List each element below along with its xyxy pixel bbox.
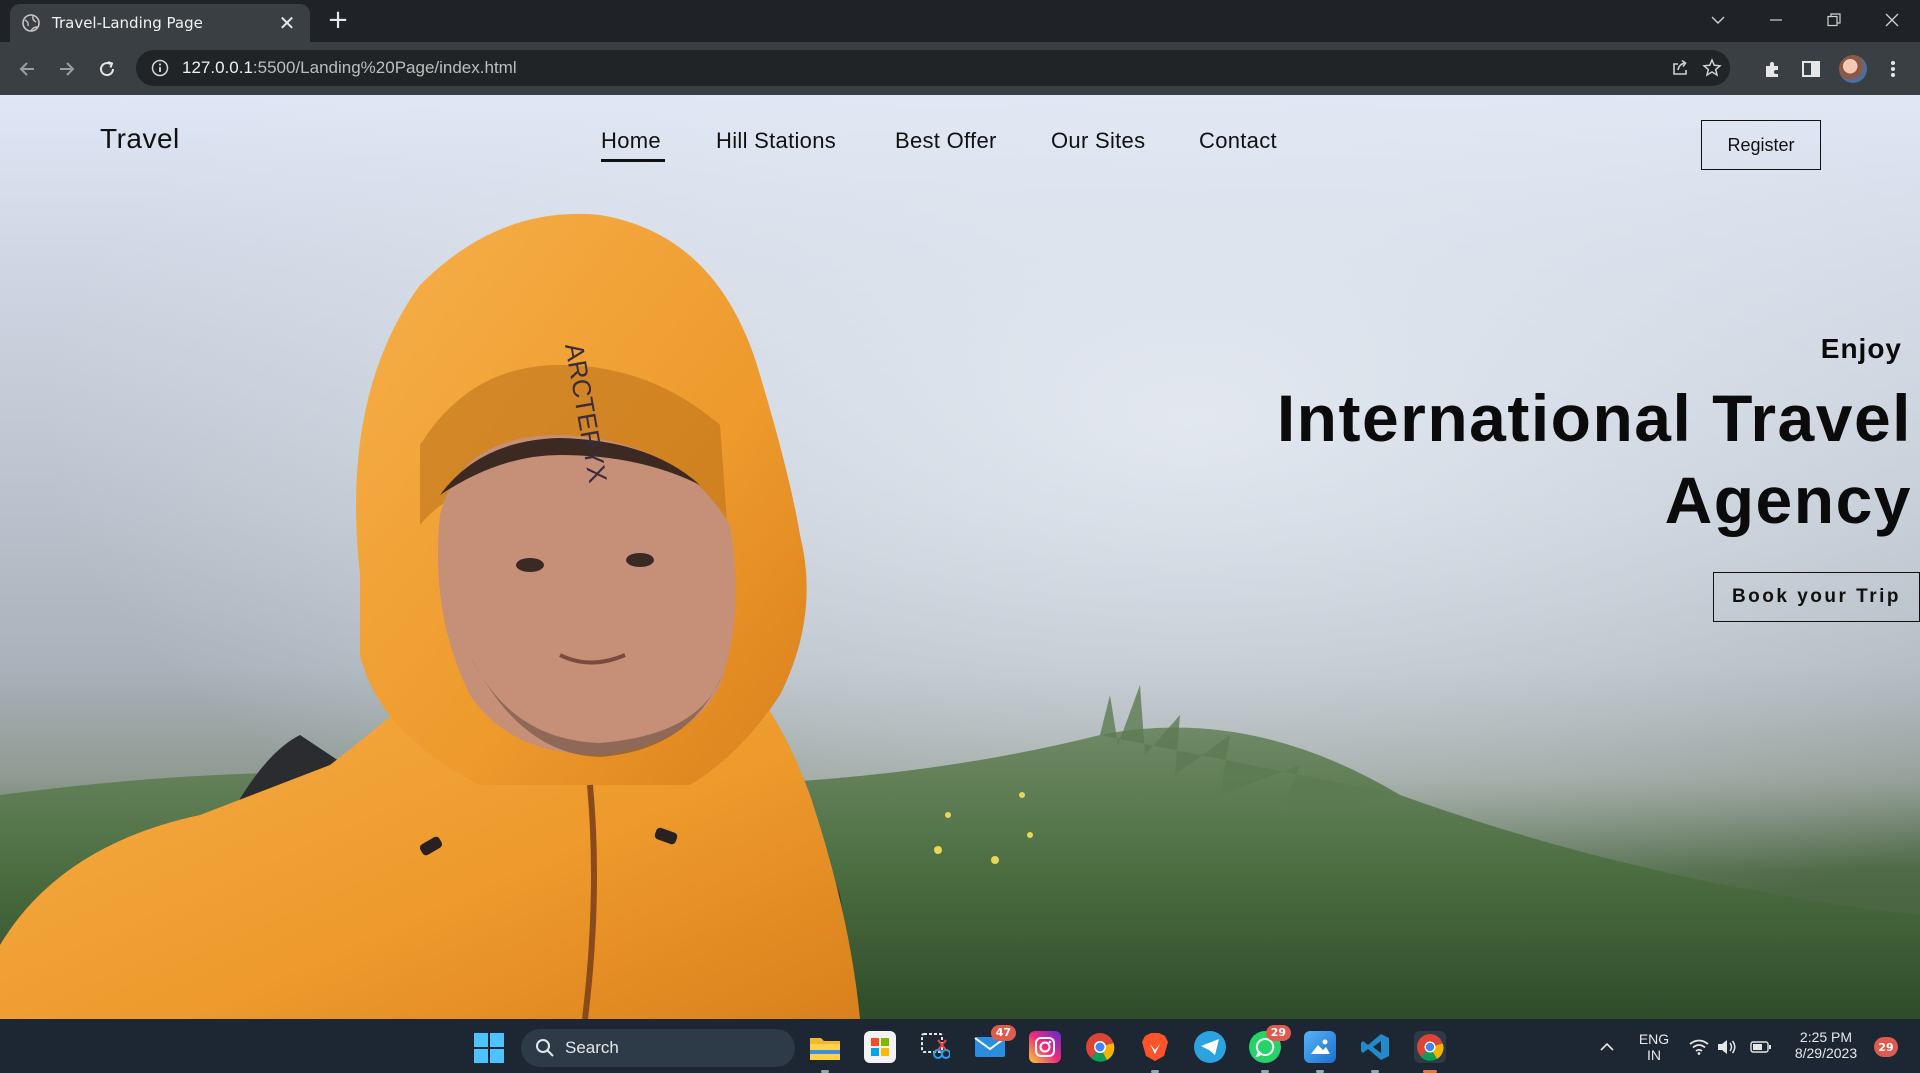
- telegram-icon[interactable]: [1194, 1031, 1226, 1063]
- chrome-active-icon[interactable]: [1414, 1031, 1446, 1073]
- reload-icon[interactable]: [90, 52, 124, 86]
- close-tab-icon[interactable]: ✕: [276, 13, 298, 33]
- forward-arrow-icon[interactable]: [50, 52, 84, 86]
- nav-hill-stations[interactable]: Hill Stations: [716, 128, 836, 154]
- snipping-tool-icon[interactable]: [919, 1031, 951, 1063]
- chrome-icon[interactable]: [1084, 1031, 1116, 1063]
- instagram-icon[interactable]: [1029, 1031, 1061, 1063]
- site-logo[interactable]: Travel: [100, 123, 180, 155]
- tab-title: Travel-Landing Page: [52, 14, 203, 32]
- minimize-icon[interactable]: [1748, 0, 1804, 40]
- microsoft-store-icon[interactable]: [864, 1031, 896, 1063]
- extensions-puzzle-icon[interactable]: [1758, 54, 1788, 84]
- photos-icon[interactable]: [1304, 1031, 1336, 1073]
- close-window-icon[interactable]: [1864, 0, 1920, 40]
- address-bar[interactable]: 127.0.0.1:5500/Landing%20Page/index.html: [136, 50, 1730, 86]
- browser-tab[interactable]: Travel-Landing Page ✕: [10, 4, 310, 42]
- battery-icon[interactable]: [1750, 1037, 1772, 1057]
- clock-time: 2:25 PM: [1799, 1029, 1853, 1045]
- avatar: [1839, 55, 1867, 83]
- hero-background-photo: ARCTERYX: [0, 95, 1920, 1019]
- bookmark-star-icon[interactable]: [1698, 54, 1726, 82]
- browser-toolbar: 127.0.0.1:5500/Landing%20Page/index.html: [0, 42, 1920, 95]
- search-icon: [536, 1039, 554, 1057]
- url-text: 127.0.0.1:5500/Landing%20Page/index.html: [182, 58, 517, 78]
- taskbar-search-box[interactable]: Search: [521, 1029, 795, 1067]
- vscode-icon[interactable]: [1359, 1031, 1391, 1073]
- language-code: ENG: [1638, 1031, 1670, 1047]
- nav-our-sites[interactable]: Our Sites: [1051, 128, 1145, 154]
- brave-icon[interactable]: [1139, 1031, 1171, 1073]
- windows-start-icon[interactable]: [474, 1033, 504, 1063]
- url-host: 127.0.0.1: [182, 58, 253, 77]
- language-region: IN: [1647, 1047, 1661, 1063]
- nav-contact[interactable]: Contact: [1199, 128, 1277, 154]
- volume-icon[interactable]: [1716, 1037, 1738, 1057]
- browser-tab-strip: Travel-Landing Page ✕ +: [0, 0, 1920, 42]
- url-path: :5500/Landing%20Page/index.html: [252, 58, 517, 77]
- tab-search-chevron-icon[interactable]: [1690, 0, 1746, 40]
- register-button[interactable]: Register: [1701, 120, 1821, 170]
- search-label: Search: [565, 1038, 619, 1057]
- hero-title: International Travel Agency: [1276, 381, 1912, 537]
- nav-home[interactable]: Home: [601, 128, 665, 162]
- back-arrow-icon[interactable]: [10, 52, 44, 86]
- whatsapp-badge: 29: [1265, 1025, 1291, 1041]
- whatsapp-icon[interactable]: 29: [1249, 1025, 1291, 1073]
- site-info-icon[interactable]: [150, 58, 170, 78]
- globe-icon: [22, 14, 40, 32]
- side-panel-icon[interactable]: [1796, 54, 1826, 84]
- clock[interactable]: 2:25 PM 8/29/2023: [1786, 1029, 1866, 1061]
- kebab-menu-icon[interactable]: [1878, 54, 1908, 84]
- mail-badge: 47: [990, 1025, 1016, 1041]
- wifi-icon[interactable]: [1688, 1037, 1710, 1057]
- language-indicator[interactable]: ENG IN: [1636, 1031, 1672, 1063]
- file-explorer-icon[interactable]: [809, 1031, 841, 1073]
- hero-kicker: Enjoy: [1820, 333, 1902, 364]
- clock-date: 8/29/2023: [1794, 1045, 1858, 1061]
- new-tab-button[interactable]: +: [324, 7, 352, 35]
- page-viewport: ARCTERYX Travel Home Hill Stations Best …: [0, 95, 1920, 1019]
- restore-icon[interactable]: [1806, 0, 1862, 40]
- share-icon[interactable]: [1666, 54, 1694, 82]
- mail-icon[interactable]: 47: [974, 1025, 1016, 1063]
- book-trip-button[interactable]: Book your Trip: [1713, 572, 1920, 622]
- profile-avatar[interactable]: [1838, 54, 1868, 84]
- nav-best-offer[interactable]: Best Offer: [895, 128, 997, 154]
- chevron-up-icon[interactable]: [1596, 1037, 1618, 1057]
- windows-taskbar: Search 47 29 ENG IN 2:25 PM 8/29/2023 29: [0, 1019, 1920, 1073]
- notification-badge[interactable]: 29: [1874, 1037, 1898, 1057]
